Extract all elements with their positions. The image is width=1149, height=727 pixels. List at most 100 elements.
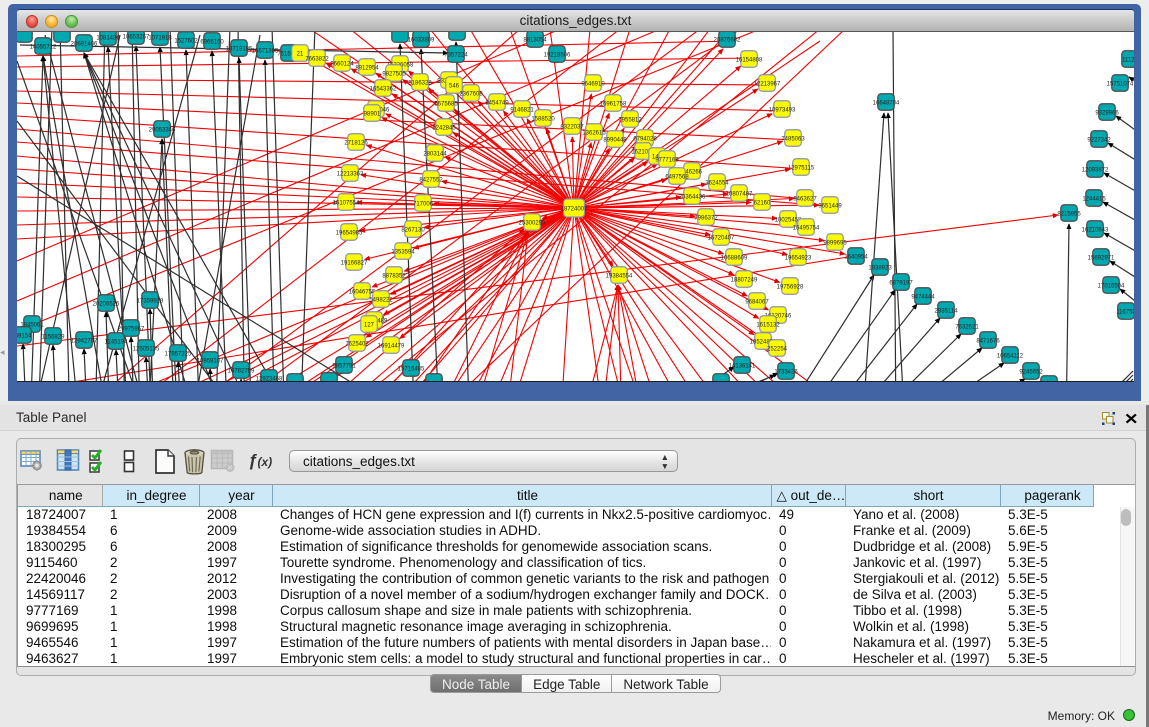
svg-text:8427552: 8427552 xyxy=(419,177,443,183)
svg-text:17957225: 17957225 xyxy=(165,351,192,357)
svg-text:10688609: 10688609 xyxy=(721,255,748,261)
svg-text:1156829: 1156829 xyxy=(42,334,66,340)
svg-text:16543362: 16543362 xyxy=(370,86,397,92)
svg-text:10653267: 10653267 xyxy=(123,34,150,40)
svg-text:16782759: 16782759 xyxy=(228,368,255,374)
svg-text:1640954: 1640954 xyxy=(844,254,868,260)
svg-text:8878352: 8878352 xyxy=(382,273,406,279)
svg-text:16648784: 16648784 xyxy=(873,100,900,106)
svg-text:20364436: 20364436 xyxy=(679,194,706,200)
svg-text:14055712: 14055712 xyxy=(30,44,57,50)
svg-text:2718126: 2718126 xyxy=(344,140,368,146)
svg-text:1081436: 1081436 xyxy=(96,35,120,41)
svg-text:1527602: 1527602 xyxy=(174,38,198,44)
svg-text:9857791: 9857791 xyxy=(332,363,356,369)
svg-text:8813054: 8813054 xyxy=(523,37,547,43)
svg-text:12975115: 12975115 xyxy=(788,165,815,171)
svg-text:5498222: 5498222 xyxy=(369,297,393,303)
svg-text:127: 127 xyxy=(364,322,375,328)
svg-text:15692971: 15692971 xyxy=(1088,255,1115,261)
svg-text:9474444: 9474444 xyxy=(911,294,935,300)
svg-text:9827505: 9827505 xyxy=(382,71,406,77)
svg-text:17359918: 17359918 xyxy=(137,298,164,304)
svg-text:15751074: 15751074 xyxy=(1107,81,1134,87)
svg-text:9646910: 9646910 xyxy=(581,81,605,87)
svg-text:19756928: 19756928 xyxy=(777,284,804,290)
svg-text:9463627: 9463627 xyxy=(793,196,817,202)
svg-text:7625402: 7625402 xyxy=(345,341,369,347)
svg-text:8267130: 8267130 xyxy=(401,227,425,233)
svg-text:16671385: 16671385 xyxy=(252,48,279,54)
svg-text:19384554: 19384554 xyxy=(606,273,633,279)
svg-text:12505135: 12505135 xyxy=(133,346,160,352)
svg-text:546: 546 xyxy=(449,83,460,89)
svg-text:25300295: 25300295 xyxy=(519,220,546,226)
svg-text:6794028: 6794028 xyxy=(633,136,657,142)
svg-text:9242845: 9242845 xyxy=(432,125,456,131)
svg-text:3624554: 3624554 xyxy=(705,180,729,186)
svg-text:10958107: 10958107 xyxy=(197,358,224,364)
svg-text:20691406: 20691406 xyxy=(71,41,98,47)
svg-text:7663822: 7663822 xyxy=(305,56,329,62)
svg-text:717006: 717006 xyxy=(413,201,434,207)
svg-text:16154808: 16154808 xyxy=(736,57,763,63)
svg-text:9684067: 9684067 xyxy=(745,299,769,305)
svg-text:2367608: 2367608 xyxy=(459,91,483,97)
svg-text:8912954: 8912954 xyxy=(355,65,379,71)
svg-text:19166827: 19166827 xyxy=(341,260,368,266)
svg-text:6879197: 6879197 xyxy=(889,280,913,286)
svg-text:9245652: 9245652 xyxy=(1019,369,1043,375)
svg-text:1353594: 1353594 xyxy=(391,249,415,255)
svg-text:10973493: 10973493 xyxy=(769,107,796,113)
svg-text:252254: 252254 xyxy=(767,346,788,352)
svg-text:9146821: 9146821 xyxy=(510,107,534,113)
svg-text:1145194: 1145194 xyxy=(105,339,129,345)
svg-text:12093872: 12093872 xyxy=(1082,167,1109,173)
svg-text:2935114: 2935114 xyxy=(935,308,959,314)
svg-text:1588520: 1588520 xyxy=(531,116,555,122)
svg-text:16961758: 16961758 xyxy=(600,101,627,107)
svg-text:7986372: 7986372 xyxy=(694,215,718,221)
svg-text:20876682: 20876682 xyxy=(714,37,741,43)
svg-text:8454749: 8454749 xyxy=(485,100,509,106)
svg-text:9329966: 9329966 xyxy=(1095,110,1119,116)
svg-text:1733426: 1733426 xyxy=(774,369,798,375)
svg-text:16033809: 16033809 xyxy=(408,37,435,43)
svg-text:8471676: 8471676 xyxy=(976,338,1000,344)
svg-text:9777169: 9777169 xyxy=(655,157,679,163)
svg-text:5675685: 5675685 xyxy=(434,101,458,107)
svg-text:6966160: 6966160 xyxy=(200,39,224,45)
svg-text:7357224: 7357224 xyxy=(444,52,468,58)
svg-text:15720407: 15720407 xyxy=(708,235,735,241)
svg-text:20206526: 20206526 xyxy=(93,301,120,307)
svg-text:17016504: 17016504 xyxy=(1098,283,1125,289)
svg-text:8215955: 8215955 xyxy=(1057,211,1081,217)
svg-text:1615132: 1615132 xyxy=(756,322,780,328)
svg-text:16210643: 16210643 xyxy=(1082,227,1109,233)
svg-text:2803144: 2803144 xyxy=(423,151,447,157)
svg-text:12942757: 12942757 xyxy=(71,338,98,344)
svg-text:9899695: 9899695 xyxy=(823,240,847,246)
svg-text:8990448: 8990448 xyxy=(603,137,627,143)
svg-text:16107554: 16107554 xyxy=(333,200,360,206)
svg-text:1071918: 1071918 xyxy=(148,35,172,41)
svg-text:19654985: 19654985 xyxy=(336,230,363,236)
svg-text:10654112: 10654112 xyxy=(997,353,1024,359)
svg-text:10807487: 10807487 xyxy=(726,191,753,197)
svg-text:19654923: 19654923 xyxy=(785,255,812,261)
svg-text:12923468: 12923468 xyxy=(256,376,283,382)
svg-text:7632621: 7632621 xyxy=(955,324,979,330)
svg-text:12213967: 12213967 xyxy=(754,81,781,87)
svg-text:9227342: 9227342 xyxy=(1087,137,1111,143)
svg-text:16914479: 16914479 xyxy=(378,343,405,349)
svg-text:98901: 98901 xyxy=(364,111,381,117)
svg-text:8186328: 8186328 xyxy=(408,80,432,86)
svg-text:18807249: 18807249 xyxy=(731,277,758,283)
svg-text:7955812: 7955812 xyxy=(618,117,642,123)
svg-text:7485063: 7485063 xyxy=(781,136,805,142)
svg-text:11123: 11123 xyxy=(1122,57,1134,63)
svg-text:39154: 39154 xyxy=(17,333,32,339)
svg-text:29975867: 29975867 xyxy=(118,326,145,332)
svg-text:10719185: 10719185 xyxy=(226,46,253,52)
svg-text:16046755: 16046755 xyxy=(349,289,376,295)
